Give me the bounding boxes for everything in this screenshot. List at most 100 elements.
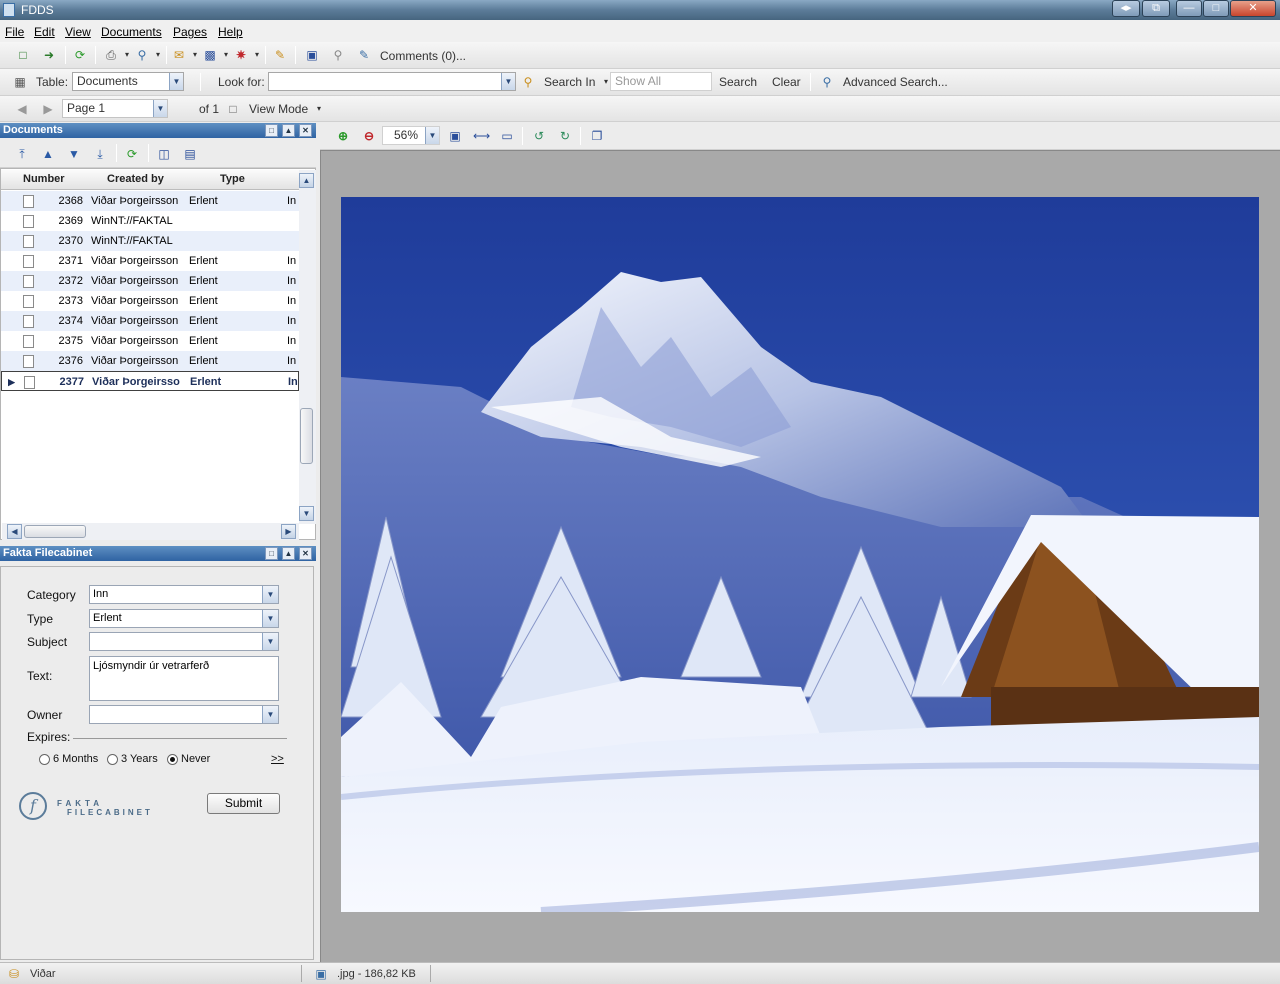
panel-close-icon[interactable]: ✕ — [299, 124, 312, 137]
chevron-down-icon[interactable]: ▼ — [501, 73, 515, 90]
chevron-down-icon[interactable]: ▼ — [169, 73, 183, 90]
expires-6-months-radio[interactable] — [39, 754, 50, 765]
zoom-out-icon[interactable]: ⊖ — [361, 128, 377, 144]
menu-view[interactable]: View — [65, 25, 91, 39]
owner-select[interactable]: ▼ — [89, 705, 279, 724]
save-dropdown-icon[interactable]: ▾ — [218, 47, 234, 63]
email-icon[interactable]: ✉ — [171, 47, 187, 63]
fit-page-icon[interactable]: ▣ — [447, 128, 463, 144]
menu-file[interactable]: File — [5, 25, 24, 39]
copy-page-icon[interactable]: ❐ — [589, 128, 605, 144]
zoom-select[interactable]: 56% ▼ — [382, 126, 440, 145]
last-record-icon[interactable]: ⤓ — [92, 146, 108, 162]
actual-size-icon[interactable]: ▭ — [499, 128, 515, 144]
minimize-button[interactable]: — — [1176, 0, 1202, 17]
column-created-by[interactable]: Created by — [107, 173, 164, 185]
advanced-search-button[interactable]: Advanced Search... — [843, 75, 948, 89]
panel-float-icon[interactable]: □ — [265, 547, 278, 560]
pdf-dropdown-icon[interactable]: ▾ — [249, 47, 265, 63]
expires-never-radio[interactable] — [167, 754, 178, 765]
panel-pin-icon[interactable]: ▲ — [282, 124, 295, 137]
print-dropdown-icon[interactable]: ▾ — [119, 47, 135, 63]
table-row[interactable]: 2375 Viðar Þorgeirsson Erlent In — [1, 331, 299, 351]
search-in-icon[interactable]: ⚲ — [520, 74, 536, 90]
table-row[interactable]: 2370 WinNT://FAKTAL — [1, 231, 299, 251]
layout-columns-icon[interactable]: ◫ — [156, 146, 172, 162]
previous-record-icon[interactable]: ▲ — [40, 146, 56, 162]
panel-float-icon[interactable]: □ — [265, 124, 278, 137]
subject-select[interactable]: ▼ — [89, 632, 279, 651]
submit-button[interactable]: Submit — [207, 793, 280, 814]
book-icon[interactable]: ▣ — [304, 47, 320, 63]
look-for-input[interactable]: ▼ — [268, 72, 516, 91]
search-button[interactable]: Search — [719, 75, 757, 89]
view-mode-dropdown-icon[interactable]: ▾ — [311, 101, 327, 117]
view-mode-icon[interactable]: □ — [225, 101, 241, 117]
column-type[interactable]: Type — [220, 173, 245, 185]
chevron-down-icon[interactable]: ▼ — [425, 127, 439, 144]
chevron-down-icon[interactable]: ▼ — [262, 633, 278, 650]
more-options-link[interactable]: >> — [271, 753, 284, 765]
expires-6-months-label[interactable]: 6 Months — [53, 753, 98, 765]
next-record-icon[interactable]: ▼ — [66, 146, 82, 162]
scroll-left-icon[interactable]: ◀ — [7, 524, 22, 539]
scroll-thumb[interactable] — [24, 525, 86, 538]
scroll-right-icon[interactable]: ▶ — [281, 524, 296, 539]
view-mode-button[interactable]: View Mode — [249, 102, 308, 116]
window-switch-icon[interactable]: ⧉ — [1142, 0, 1170, 17]
menu-edit[interactable]: Edit — [34, 25, 55, 39]
table-row[interactable]: 2374 Viðar Þorgeirsson Erlent In — [1, 311, 299, 331]
menu-documents[interactable]: Documents — [101, 25, 162, 39]
chevron-down-icon[interactable]: ▼ — [262, 706, 278, 723]
menu-pages[interactable]: Pages — [173, 25, 207, 39]
advanced-search-icon[interactable]: ⚲ — [819, 74, 835, 90]
table-row[interactable]: 2369 WinNT://FAKTAL — [1, 211, 299, 231]
chevron-down-icon[interactable]: ▼ — [262, 610, 278, 627]
first-record-icon[interactable]: ⤒ — [14, 146, 30, 162]
category-select[interactable]: Inn ▼ — [89, 585, 279, 604]
table-row[interactable]: 2376 Viðar Þorgeirsson Erlent In — [1, 351, 299, 371]
expires-never-label[interactable]: Never — [181, 753, 210, 765]
show-all-input[interactable]: Show All — [610, 72, 712, 91]
expires-3-years-label[interactable]: 3 Years — [121, 753, 158, 765]
layout-rows-icon[interactable]: ▤ — [182, 146, 198, 162]
expires-3-years-radio[interactable] — [107, 754, 118, 765]
comments-button[interactable]: Comments (0)... — [380, 49, 466, 63]
close-button[interactable]: ✕ — [1230, 0, 1276, 17]
fit-width-icon[interactable]: ⟷ — [473, 128, 490, 144]
search-in-button[interactable]: Search In — [544, 75, 595, 89]
import-icon[interactable]: ➜ — [41, 47, 57, 63]
refresh-icon[interactable]: ⟳ — [124, 146, 140, 162]
previous-page-icon[interactable]: ◀ — [14, 101, 30, 117]
table-row[interactable]: 2373 Viðar Þorgeirsson Erlent In — [1, 291, 299, 311]
column-number[interactable]: Number — [23, 173, 65, 185]
scroll-up-icon[interactable]: ▲ — [299, 173, 314, 188]
edit-note-icon[interactable]: ✎ — [272, 47, 288, 63]
type-select[interactable]: Erlent ▼ — [89, 609, 279, 628]
table-select[interactable]: Documents ▼ — [72, 72, 184, 91]
next-page-icon[interactable]: ▶ — [40, 101, 56, 117]
table-row[interactable]: 2368 Viðar Þorgeirsson Erlent In — [1, 191, 299, 211]
preview-dropdown-icon[interactable]: ▾ — [150, 47, 166, 63]
save-icon[interactable]: ▩ — [202, 47, 218, 63]
email-dropdown-icon[interactable]: ▾ — [187, 47, 203, 63]
comment-icon[interactable]: ✎ — [356, 47, 372, 63]
menu-help[interactable]: Help — [218, 25, 243, 39]
print-icon[interactable]: ⎙ — [103, 47, 119, 63]
pdf-icon[interactable]: ✷ — [233, 47, 249, 63]
table-row[interactable]: 2371 Viðar Þorgeirsson Erlent In — [1, 251, 299, 271]
page-select[interactable]: Page 1 ▼ — [62, 99, 168, 118]
chevron-down-icon[interactable]: ▼ — [153, 100, 167, 117]
table-row[interactable]: 2372 Viðar Þorgeirsson Erlent In — [1, 271, 299, 291]
zoom-in-icon[interactable]: ⊕ — [335, 128, 351, 144]
grid-vertical-scrollbar[interactable]: ▲ ▼ — [299, 170, 316, 524]
preview-icon[interactable]: ⚲ — [134, 47, 150, 63]
panel-pin-icon[interactable]: ▲ — [282, 547, 295, 560]
clear-button[interactable]: Clear — [772, 75, 801, 89]
new-document-icon[interactable]: □ — [15, 47, 31, 63]
restore-arrows-icon[interactable]: ◂▸ — [1112, 0, 1140, 17]
table-row[interactable]: ▶ 2377 Viðar Þorgeirsso Erlent In — [1, 371, 299, 391]
refresh-icon[interactable]: ⟳ — [72, 47, 88, 63]
panel-close-icon[interactable]: ✕ — [299, 547, 312, 560]
scroll-thumb[interactable] — [300, 408, 313, 464]
